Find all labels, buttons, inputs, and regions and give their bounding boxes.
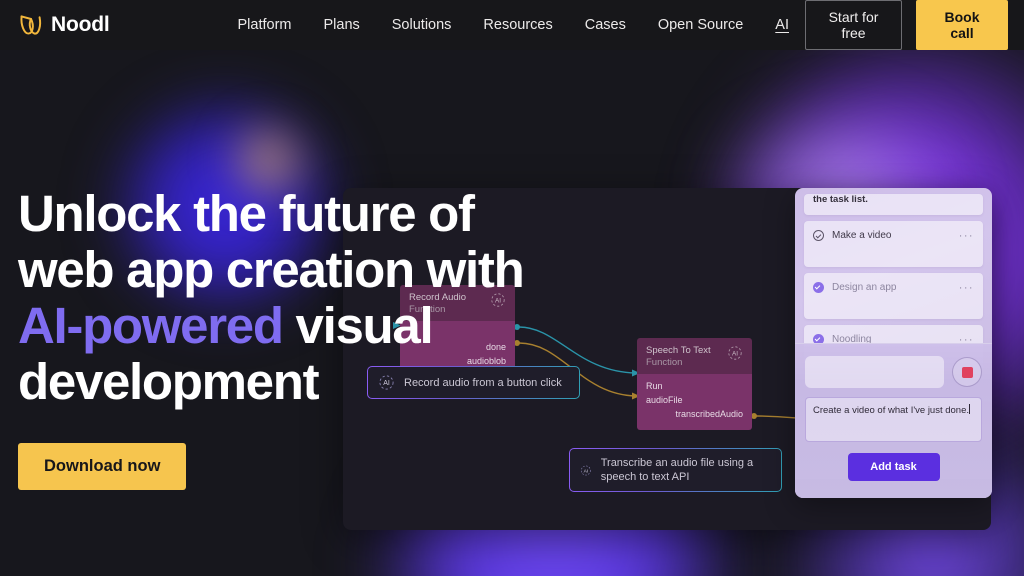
nav-link-resources[interactable]: Resources bbox=[467, 13, 568, 37]
node-header: Speech To Text Function AI bbox=[637, 338, 752, 374]
nav-link-cases[interactable]: Cases bbox=[569, 13, 642, 37]
start-for-free-button[interactable]: Start for free bbox=[805, 0, 902, 50]
headline-line-3-rest: visual bbox=[282, 297, 434, 354]
stop-square-icon bbox=[961, 366, 973, 378]
checkbox-unchecked-icon[interactable] bbox=[813, 230, 824, 241]
top-navigation-bar: Noodl Platform Plans Solutions Resources… bbox=[0, 0, 1024, 50]
task-card-partial: the task list. bbox=[804, 194, 983, 215]
ai-prompt-text: Transcribe an audio file using a speech … bbox=[600, 457, 754, 483]
waveform-icon bbox=[813, 359, 930, 385]
task-label: Design an app bbox=[832, 282, 897, 293]
node-ports: Run audioFile transcribedAudio bbox=[637, 374, 752, 430]
port-label: transcribedAudio bbox=[675, 409, 743, 419]
book-call-button[interactable]: Book call bbox=[916, 0, 1008, 50]
task-row-make-a-video[interactable]: Make a video ··· bbox=[804, 221, 983, 267]
port-label: Run bbox=[646, 381, 663, 391]
task-note-input[interactable]: Create a video of what I've just done. bbox=[805, 397, 982, 442]
logo-wordmark: Noodl bbox=[51, 13, 110, 36]
nav-links: Platform Plans Solutions Resources Cases… bbox=[221, 13, 805, 37]
nav-link-platform[interactable]: Platform bbox=[221, 13, 307, 37]
nav-link-solutions[interactable]: Solutions bbox=[376, 13, 468, 37]
note-value: Create a video of what I've just done. bbox=[813, 405, 970, 416]
ai-prompt-speech-to-text[interactable]: AI Transcribe an audio file using a spee… bbox=[569, 448, 782, 492]
node-output-transcribedaudio[interactable]: transcribedAudio bbox=[646, 407, 743, 421]
nav-link-open-source[interactable]: Open Source bbox=[642, 13, 759, 37]
hero-section: Unlock the future of web app creation wi… bbox=[18, 186, 578, 490]
nav-actions: Start for free Book call bbox=[805, 0, 1008, 50]
nav-link-plans[interactable]: Plans bbox=[307, 13, 375, 37]
nav-link-ai[interactable]: AI bbox=[759, 13, 805, 37]
ai-badge-icon: AI bbox=[581, 465, 591, 475]
headline-accent: AI-powered bbox=[18, 297, 284, 354]
node-speech-to-text[interactable]: Speech To Text Function AI Run audioFile… bbox=[637, 338, 752, 430]
port-label: audioFile bbox=[646, 395, 683, 405]
stop-recording-button[interactable] bbox=[952, 357, 982, 387]
checkbox-checked-icon[interactable] bbox=[813, 282, 824, 293]
partial-task-text: the task list. bbox=[813, 194, 868, 205]
node-input-audiofile[interactable]: audioFile bbox=[646, 393, 743, 407]
app-preview-panel[interactable]: the task list. Make a video ··· Design a… bbox=[795, 188, 992, 498]
recorder-sheet: Create a video of what I've just done. A… bbox=[795, 343, 992, 498]
noodl-logo-icon bbox=[20, 15, 42, 35]
svg-text:AI: AI bbox=[732, 350, 738, 357]
headline-line-4: development bbox=[18, 353, 320, 410]
headline-line-1: Unlock the future of bbox=[18, 185, 475, 242]
node-title: Speech To Text bbox=[646, 345, 711, 356]
audio-waveform[interactable] bbox=[805, 356, 944, 388]
headline-line-2: web app creation with bbox=[18, 241, 525, 298]
task-row-design-an-app[interactable]: Design an app ··· bbox=[804, 273, 983, 319]
row-menu-icon[interactable]: ··· bbox=[959, 230, 974, 242]
add-task-button[interactable]: Add task bbox=[847, 453, 940, 481]
text-caret bbox=[969, 404, 971, 414]
row-menu-icon[interactable]: ··· bbox=[959, 282, 974, 294]
download-now-button[interactable]: Download now bbox=[18, 443, 187, 490]
recorder-row bbox=[805, 356, 982, 388]
site-logo[interactable]: Noodl bbox=[18, 13, 110, 37]
node-input-run[interactable]: Run bbox=[646, 379, 743, 393]
node-subtitle: Function bbox=[646, 356, 683, 368]
svg-text:AI: AI bbox=[584, 468, 589, 474]
page-title: Unlock the future of web app creation wi… bbox=[18, 186, 578, 410]
task-label: Make a video bbox=[832, 230, 892, 241]
ai-badge-icon: AI bbox=[728, 346, 742, 360]
